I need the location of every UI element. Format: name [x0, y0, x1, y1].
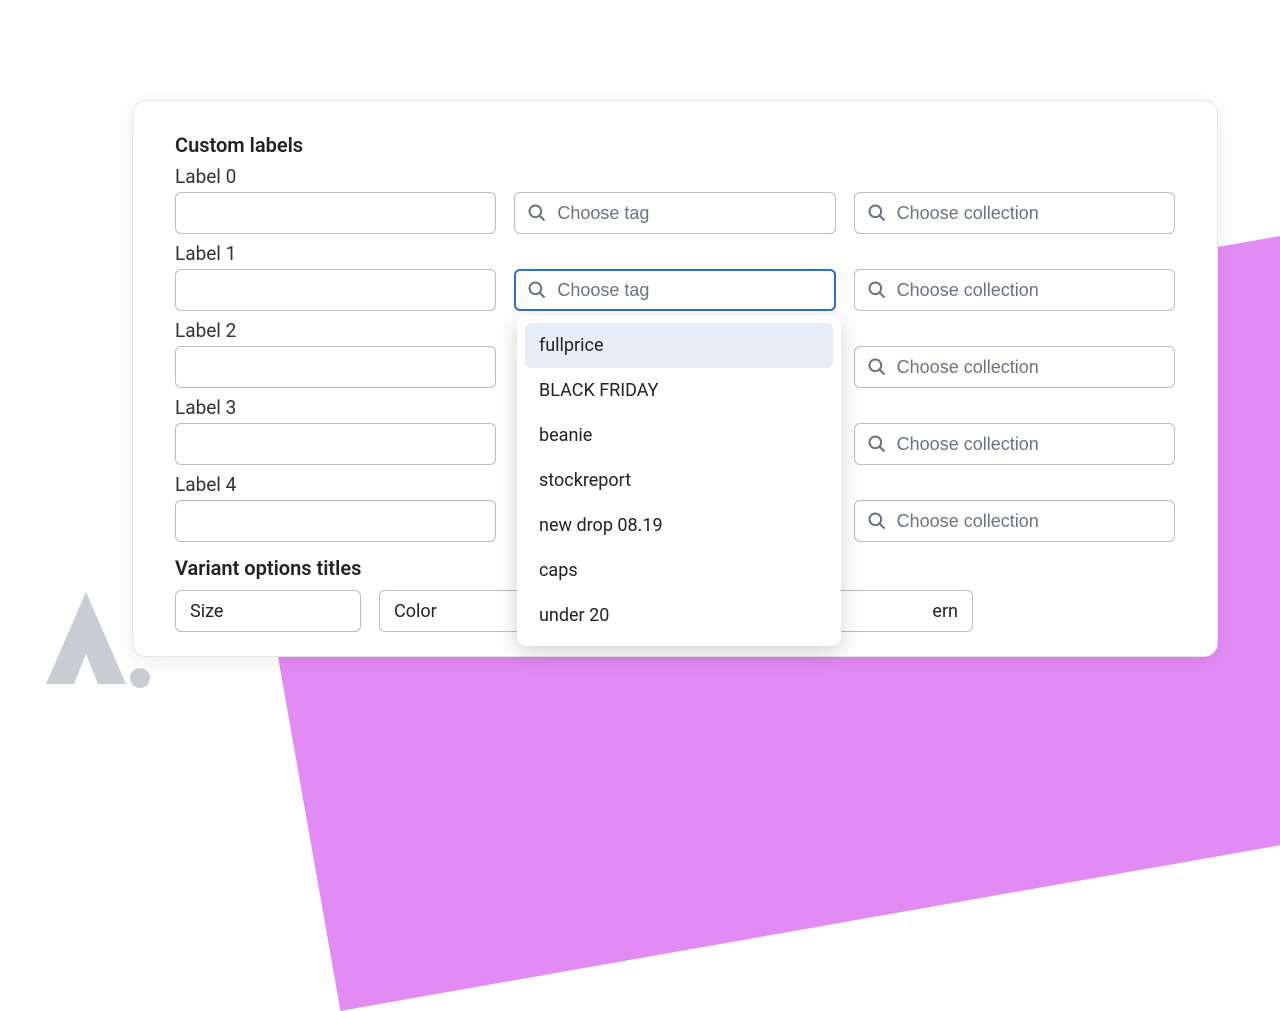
- tag-dropdown[interactable]: fullprice BLACK FRIDAY beanie stockrepor…: [517, 315, 841, 646]
- label-row: [175, 192, 1175, 234]
- choose-collection-field[interactable]: [854, 423, 1175, 465]
- label-value-input[interactable]: [175, 192, 496, 234]
- custom-labels-panel: Custom labels Label 0 Label 1: [132, 100, 1218, 657]
- label-value-input[interactable]: [175, 346, 496, 388]
- search-icon: [867, 280, 887, 300]
- choose-collection-input[interactable]: [897, 434, 1162, 455]
- dropdown-option[interactable]: beanie: [525, 413, 833, 458]
- choose-collection-field[interactable]: [854, 500, 1175, 542]
- search-icon: [867, 434, 887, 454]
- search-icon: [527, 203, 547, 223]
- variant-option-input[interactable]: Size: [175, 590, 361, 632]
- choose-tag-input[interactable]: [557, 203, 822, 224]
- custom-labels-title: Custom labels: [175, 133, 1175, 157]
- choose-collection-field[interactable]: [854, 269, 1175, 311]
- search-icon: [527, 280, 547, 300]
- search-icon: [867, 357, 887, 377]
- dropdown-option[interactable]: BLACK FRIDAY: [525, 368, 833, 413]
- dropdown-option[interactable]: new drop 08.19: [525, 503, 833, 548]
- label-caption: Label 0: [175, 165, 1175, 188]
- dropdown-option[interactable]: under 20: [525, 593, 833, 638]
- choose-collection-field[interactable]: [854, 346, 1175, 388]
- dropdown-option[interactable]: caps: [525, 548, 833, 593]
- choose-tag-field[interactable]: [514, 269, 835, 311]
- brand-logo: [24, 574, 154, 708]
- label-value-input[interactable]: [175, 423, 496, 465]
- dropdown-option[interactable]: fullprice: [525, 323, 833, 368]
- label-caption: Label 1: [175, 242, 1175, 265]
- label-value-input[interactable]: [175, 269, 496, 311]
- choose-tag-field[interactable]: [514, 192, 835, 234]
- label-value-input[interactable]: [175, 500, 496, 542]
- search-icon: [867, 203, 887, 223]
- choose-collection-input[interactable]: [897, 203, 1162, 224]
- choose-collection-input[interactable]: [897, 511, 1162, 532]
- dropdown-option[interactable]: stockreport: [525, 458, 833, 503]
- label-row: fullprice BLACK FRIDAY beanie stockrepor…: [175, 269, 1175, 311]
- choose-collection-input[interactable]: [897, 280, 1162, 301]
- search-icon: [867, 511, 887, 531]
- choose-collection-input[interactable]: [897, 357, 1162, 378]
- choose-tag-input[interactable]: [557, 280, 822, 301]
- choose-collection-field[interactable]: [854, 192, 1175, 234]
